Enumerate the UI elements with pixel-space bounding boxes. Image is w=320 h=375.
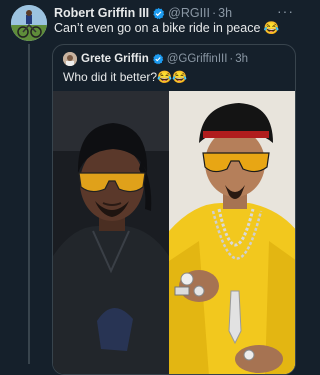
quoted-tweet-timestamp: 3h [235, 53, 249, 65]
verified-badge-icon [153, 7, 165, 19]
quoted-author-handle: @GGriffinIII [166, 53, 228, 65]
photo-durag-sunglasses[interactable] [53, 91, 169, 374]
separator-dot: · [229, 53, 234, 65]
verified-badge-icon [152, 53, 163, 65]
quoted-author-avatar [63, 52, 77, 66]
quoted-author-name: Grete Griffin [81, 53, 149, 65]
author-avatar[interactable] [11, 5, 47, 41]
quoted-tweet-header: Grete Griffin @GGriffinIII · 3h [63, 52, 248, 66]
tweet-header: Robert Griffin III @RGIII · 3h [54, 5, 294, 21]
tweet[interactable]: Robert Griffin III @RGIII · 3h ··· Can’t… [0, 0, 300, 375]
more-horizontal-icon[interactable]: ··· [277, 3, 294, 19]
tweet-timestamp[interactable]: 3h [218, 6, 232, 20]
thread-line [28, 44, 30, 364]
separator-dot: · [212, 6, 217, 20]
quoted-tweet[interactable]: Grete Griffin @GGriffinIII · 3h Who did … [52, 44, 296, 375]
author-handle[interactable]: @RGIII [168, 6, 210, 20]
quoted-tweet-media[interactable] [53, 91, 295, 374]
tweet-text: Can’t even go on a bike ride in peace 😂 [54, 21, 280, 35]
author-name[interactable]: Robert Griffin III [54, 6, 149, 20]
quoted-tweet-text: Who did it better?😂😂 [63, 70, 187, 84]
photo-yellow-tracksuit[interactable] [169, 91, 295, 374]
